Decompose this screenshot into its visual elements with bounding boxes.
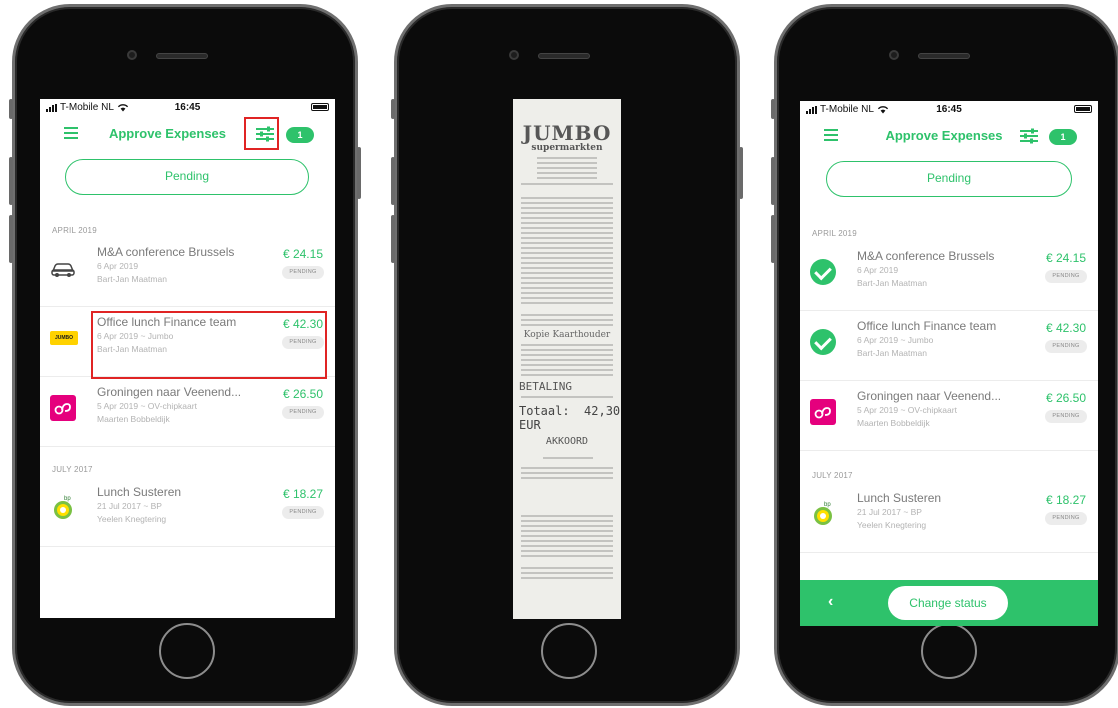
expense-person: Bart-Jan Maatman [857,278,927,288]
highlight-expense [91,311,327,379]
status-badge: PENDING [282,266,324,279]
app-screen: T-Mobile NL 16:45 Approve Expenses 1 Pen… [800,101,1098,626]
expense-amount: € 42.30 [1045,321,1086,335]
status-badge: PENDING [1045,410,1087,423]
battery-icon [1074,105,1092,113]
expense-row[interactable]: M&A conference Brussels 6 Apr 2019 Bart-… [40,237,335,307]
status-badge: PENDING [282,506,324,519]
status-badge: PENDING [282,406,324,419]
highlight-filter [244,117,279,150]
expense-person: Bart-Jan Maatman [857,348,927,358]
phone-3: T-Mobile NL 16:45 Approve Expenses 1 Pen… [771,4,1118,706]
status-badge: PENDING [1045,340,1087,353]
expense-amount: € 24.15 [1045,251,1086,265]
jumbo-logo: JUMBO [50,325,78,351]
receipt-betaling: BETALING [519,380,572,393]
expense-date: 5 Apr 2019 ~ OV-chipkaart [97,401,197,411]
expense-date: 5 Apr 2019 ~ OV-chipkaart [857,405,957,415]
receipt-kaart: Kopie Kaarthouder [523,330,611,340]
expense-amount: € 24.15 [282,247,323,261]
status-bar: T-Mobile NL 16:45 [800,101,1098,119]
expense-date: 6 Apr 2019 [97,261,139,271]
phone-2: JUMBO supermarkten Kopie Kaarthouder BET… [391,4,743,706]
expense-name: Office lunch Finance team [857,319,997,333]
expense-person: Maarten Bobbeldijk [857,418,930,428]
expense-date: 21 Jul 2017 ~ BP [97,501,162,511]
expense-row[interactable]: Groningen naar Veenend... 5 Apr 2019 ~ O… [800,381,1098,451]
ov-chipkaart-logo [50,395,76,421]
expense-amount: € 18.27 [1045,493,1086,507]
battery-icon [311,103,329,111]
status-badge: PENDING [1045,512,1087,525]
home-button[interactable] [541,623,597,679]
app-header: Approve Expenses 1 [800,119,1098,153]
expense-name: M&A conference Brussels [97,245,235,259]
expense-date: 21 Jul 2017 ~ BP [857,507,922,517]
svg-text:bp: bp [824,502,831,508]
count-badge: 1 [1049,129,1077,145]
expense-person: Yeelen Knegtering [97,514,167,524]
count-badge: 1 [286,127,314,143]
pending-filter-button[interactable]: Pending [65,159,309,195]
expense-person: Yeelen Knegtering [857,520,927,530]
expense-row[interactable]: bp Lunch Susteren 21 Jul 2017 ~ BP Yeele… [800,483,1098,553]
expense-row[interactable]: bp Lunch Susteren 21 Jul 2017 ~ BP Yeele… [40,477,335,547]
check-icon[interactable] [810,259,836,285]
expense-name: Lunch Susteren [97,485,182,499]
expense-row[interactable]: Groningen naar Veenend... 5 Apr 2019 ~ O… [40,377,335,447]
section-header-april: APRIL 2019 [52,226,97,235]
expense-name: Groningen naar Veenend... [857,389,1002,403]
expense-date: 6 Apr 2019 ~ Jumbo [857,335,934,345]
expense-row[interactable]: Office lunch Finance team 6 Apr 2019 ~ J… [800,311,1098,381]
bp-logo: bp [814,502,832,525]
expense-amount: € 18.27 [282,487,323,501]
ov-chipkaart-logo [810,399,836,425]
expense-person: Maarten Bobbeldijk [97,414,170,424]
check-icon[interactable] [810,329,836,355]
app-screen: T-Mobile NL 16:45 Approve Expenses 1 Pen… [40,99,335,618]
home-button[interactable] [159,623,215,679]
receipt-total: Totaal: 42,30 EUR [519,404,621,432]
car-icon [51,263,75,277]
section-header-july: JULY 2017 [52,465,93,474]
expense-row[interactable]: M&A conference Brussels 6 Apr 2019 Bart-… [800,241,1098,311]
section-header-july: JULY 2017 [812,471,853,480]
filter-icon[interactable] [1019,128,1039,144]
chevron-left-icon[interactable]: ‹ [828,593,833,611]
pending-filter-button[interactable]: Pending [826,161,1072,197]
bp-logo: bp [54,496,72,519]
expense-amount: € 26.50 [1045,391,1086,405]
change-status-button[interactable]: Change status [888,586,1008,620]
phone-1: T-Mobile NL 16:45 Approve Expenses 1 Pen… [9,4,361,706]
app-header: Approve Expenses 1 [40,117,335,151]
expense-name: M&A conference Brussels [857,249,995,263]
home-button[interactable] [921,623,977,679]
expense-name: Lunch Susteren [857,491,942,505]
clock: 16:45 [174,102,201,113]
svg-text:bp: bp [64,496,71,502]
expense-amount: € 26.50 [282,387,323,401]
expense-person: Bart-Jan Maatman [97,274,167,284]
receipt-brand: JUMBO [522,121,612,145]
phone-mockups: T-Mobile NL 16:45 Approve Expenses 1 Pen… [0,0,1118,708]
section-header-april: APRIL 2019 [812,229,857,238]
receipt-image: JUMBO supermarkten Kopie Kaarthouder BET… [513,99,621,619]
status-bar: T-Mobile NL 16:45 [40,99,335,117]
status-badge: PENDING [1045,270,1087,283]
action-bar: ‹ Change status [800,580,1098,626]
expense-name: Groningen naar Veenend... [97,385,242,399]
expense-date: 6 Apr 2019 [857,265,899,275]
clock: 16:45 [936,104,962,115]
receipt-akkoord: AKKOORD [545,436,589,447]
